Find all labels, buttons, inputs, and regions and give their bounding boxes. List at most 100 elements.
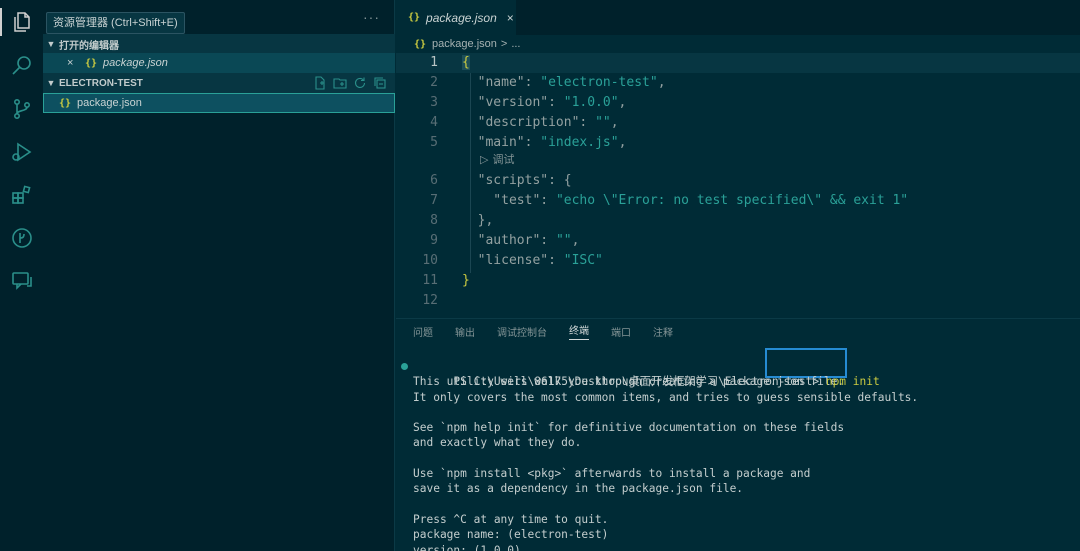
open-editor-filename: package.json (103, 57, 168, 69)
code-token: "name" (462, 75, 525, 90)
code-line[interactable]: 9 "author": "", (396, 231, 1080, 251)
code-line[interactable]: 4 "description": "", (396, 113, 1080, 133)
line-number: 11 (422, 273, 438, 288)
code-token: "index.js" (540, 135, 619, 150)
explorer-icon[interactable] (0, 2, 43, 42)
terminal-output-line: version: (1.0.0) (413, 543, 521, 551)
code-token: : (524, 75, 541, 90)
code-token: }, (462, 213, 494, 228)
code-token: "echo \"Error: no test specified\" && ex… (555, 193, 909, 208)
open-editor-item[interactable]: × {} package.json (43, 53, 395, 73)
code-token: { (462, 55, 470, 70)
source-control-icon[interactable] (0, 89, 43, 129)
code-line[interactable]: 3 "version": "1.0.0", (396, 93, 1080, 113)
line-number: 8 (430, 213, 438, 228)
git-graph-icon[interactable] (0, 218, 43, 258)
breadcrumb-file[interactable]: package.json (432, 38, 497, 50)
code-text: "author": "", (462, 231, 580, 251)
close-tab-icon[interactable]: × (507, 11, 514, 25)
terminal-command: npm init (825, 375, 880, 389)
activity-bar (0, 0, 43, 551)
terminal-output-line: save it as a dependency in the package.j… (413, 482, 744, 496)
code-token: "main" (462, 135, 525, 150)
line-number: 6 (430, 173, 438, 188)
code-token: , (571, 233, 580, 248)
open-editors-header[interactable]: ▼ 打开的编辑器 (43, 34, 395, 54)
project-folder-header[interactable]: ▼ ELECTRON-TEST (43, 73, 395, 93)
run-debug-icon[interactable] (0, 132, 43, 172)
code-text: "description": "", (462, 113, 619, 133)
explorer-tooltip: 资源管理器 (Ctrl+Shift+E) (46, 12, 185, 34)
breadcrumb: {} package.json > ... (396, 35, 520, 53)
code-text: "test": "echo \"Error: no test specified… (462, 191, 908, 211)
code-line[interactable]: 10 "license": "ISC" (396, 251, 1080, 271)
line-number: 1 (430, 55, 438, 70)
command-status-dot (401, 363, 408, 370)
terminal-output-line: Use `npm install <pkg>` afterwards to in… (413, 467, 811, 481)
code-line[interactable]: 11} (396, 271, 1080, 291)
line-number: 12 (422, 293, 438, 308)
tree-item-label: package.json (77, 97, 142, 109)
panel-tab[interactable]: 终端 (569, 322, 589, 340)
code-text: { (462, 53, 470, 73)
play-icon: ▷ (480, 153, 489, 166)
chevron-down-icon: ▼ (46, 78, 56, 88)
code-text: "license": "ISC" (462, 251, 603, 271)
json-file-icon: {} (414, 38, 427, 50)
line-number: 10 (422, 253, 438, 268)
code-line[interactable]: 2 "name": "electron-test", (396, 73, 1080, 93)
breadcrumb-more[interactable]: ... (511, 38, 520, 50)
line-number: 2 (430, 75, 438, 90)
terminal-output-line: and exactly what they do. (413, 436, 582, 450)
tree-item-package-json[interactable]: {} package.json (43, 93, 395, 113)
code-token: , (618, 135, 627, 150)
code-token: : (540, 233, 556, 248)
json-file-icon: {} (408, 12, 421, 23)
extensions-icon[interactable] (0, 175, 43, 215)
code-token: "ISC" (563, 253, 603, 268)
terminal[interactable]: PS C:\Users\86175\Desktop\桌面开发框架学习\Elect… (401, 359, 1073, 551)
code-line[interactable]: 7 "test": "echo \"Error: no test specifi… (396, 191, 1080, 211)
new-folder-icon[interactable] (333, 76, 347, 90)
line-number: 9 (430, 233, 438, 248)
close-editor-icon[interactable]: × (67, 57, 79, 69)
debug-codelens[interactable]: ▷ 调试 (480, 151, 514, 167)
chevron-down-icon: ▼ (46, 39, 56, 49)
terminal-output-line: It only covers the most common items, an… (413, 390, 919, 404)
refresh-icon[interactable] (353, 76, 367, 90)
code-token: "scripts" (462, 173, 549, 188)
code-token: "description" (462, 115, 580, 130)
panel-tab[interactable]: 端口 (611, 324, 631, 339)
more-actions-icon[interactable]: ··· (363, 9, 380, 25)
panel-tab[interactable]: 调试控制台 (497, 324, 547, 339)
panel-tab[interactable]: 注释 (653, 324, 673, 339)
line-number: 3 (430, 95, 438, 110)
code-token: "" (595, 115, 611, 130)
remote-explorer-icon[interactable] (0, 261, 43, 301)
code-line[interactable]: 1{ (396, 53, 1080, 73)
json-file-icon: {} (85, 57, 98, 69)
collapse-all-icon[interactable] (373, 76, 387, 90)
code-text: "name": "electron-test", (462, 73, 666, 93)
tab-package-json[interactable]: {} package.json × (396, 0, 516, 35)
tab-label: package.json (426, 10, 497, 25)
code-text: } (462, 271, 470, 291)
json-file-icon: {} (59, 97, 72, 109)
code-line[interactable]: 8 }, (396, 211, 1080, 231)
code-line[interactable]: 12 (396, 291, 1080, 311)
terminal-output-line: Press ^C at any time to quit. (413, 512, 609, 526)
code-line[interactable]: 6 "scripts": { (396, 171, 1080, 191)
panel-tab[interactable]: 问题 (413, 324, 433, 339)
panel-tab[interactable]: 输出 (455, 324, 475, 339)
new-file-icon[interactable] (313, 76, 327, 90)
search-icon[interactable] (0, 46, 43, 86)
code-token: "electron-test" (540, 75, 658, 90)
terminal-output-line: See `npm help init` for definitive docum… (413, 421, 845, 435)
line-number: 5 (430, 135, 438, 150)
code-line[interactable]: 5 "main": "index.js", (396, 133, 1080, 153)
project-title: ELECTRON-TEST (59, 77, 143, 89)
editor-area: {} package.json × {} package.json > ... … (396, 0, 1080, 318)
code-token: "1.0.0" (563, 95, 619, 110)
